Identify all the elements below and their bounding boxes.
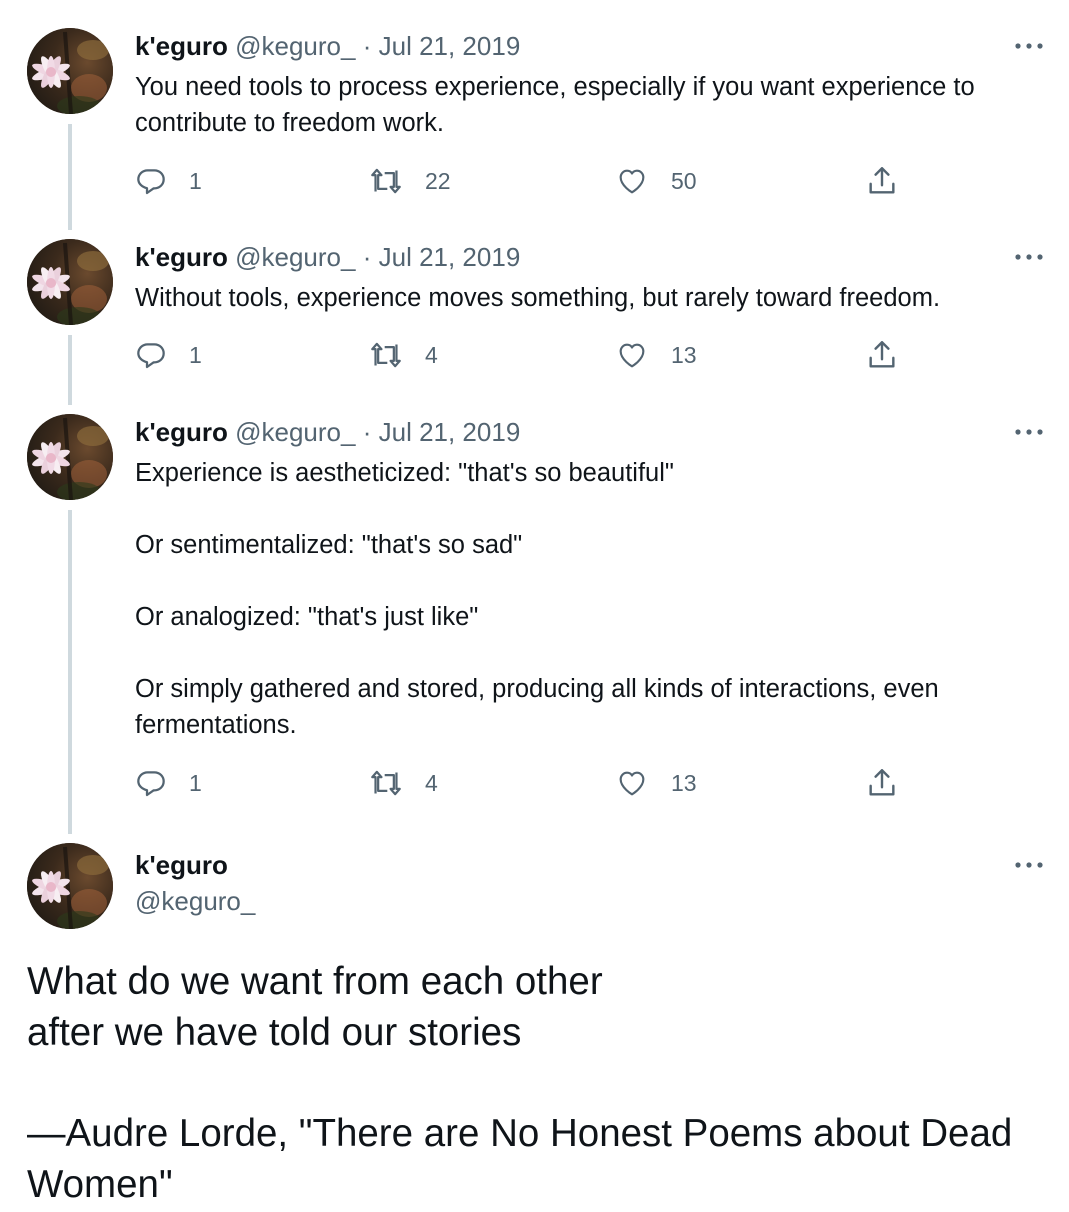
reply-button[interactable]: 1 (135, 765, 202, 801)
avatar[interactable] (27, 239, 113, 325)
share-button[interactable] (865, 765, 899, 801)
more-horizontal-icon (1015, 254, 1043, 260)
tweet-paragraph: Or simply gathered and stored, producing… (135, 675, 939, 739)
more-horizontal-icon (1015, 862, 1043, 868)
heart-icon (619, 771, 645, 796)
like-count: 13 (671, 341, 697, 368)
reply-icon (137, 771, 165, 797)
heart-icon (619, 169, 645, 194)
retweet-button[interactable]: 4 (369, 337, 438, 373)
main-tweet-quote: —Audre Lorde, "There are No Honest Poems… (27, 1108, 1027, 1210)
tweet-date[interactable]: Jul 21, 2019 (379, 417, 521, 447)
tweet-text: You need tools to process experience, es… (135, 69, 1045, 141)
tweet-paragraph: Or sentimentalized: "that's so sad" (135, 531, 523, 559)
reply-count: 1 (189, 167, 202, 194)
more-options-button[interactable] (1013, 855, 1045, 875)
retweet-count: 4 (425, 341, 438, 368)
more-options-button[interactable] (1013, 422, 1045, 442)
tweet-paragraph: Without tools, experience moves somethin… (135, 284, 941, 312)
thread-line (68, 335, 72, 405)
like-button[interactable]: 13 (615, 765, 697, 801)
tweet-paragraph: What do we want from each other after we… (27, 960, 603, 1054)
author-name[interactable]: k'eguro (135, 31, 228, 61)
author-handle[interactable]: @keguro_ (235, 242, 355, 272)
tweet-actions: 1 4 13 (135, 765, 915, 801)
tweet-header: k'eguro @keguro_ · Jul 21, 2019 (135, 28, 520, 64)
tweet-date[interactable]: Jul 21, 2019 (379, 31, 521, 61)
more-horizontal-icon (1015, 43, 1043, 49)
more-options-button[interactable] (1013, 247, 1045, 267)
separator-dot: · (362, 242, 372, 272)
avatar[interactable] (27, 28, 113, 114)
main-tweet-text: What do we want from each other after we… (27, 956, 677, 1058)
author-handle[interactable]: @keguro_ (135, 883, 255, 919)
more-horizontal-icon (1015, 429, 1043, 435)
separator-dot: · (362, 417, 372, 447)
retweet-button[interactable]: 22 (369, 163, 451, 199)
tweet-actions: 1 22 50 (135, 163, 915, 199)
tweet-text: Experience is aestheticized: "that's so … (135, 455, 1045, 743)
author-name[interactable]: k'eguro (135, 242, 228, 272)
author-name[interactable]: k'eguro (135, 847, 228, 883)
avatar-image (27, 843, 113, 929)
retweet-button[interactable]: 4 (369, 765, 438, 801)
share-icon (869, 167, 895, 194)
tweet-header: k'eguro @keguro_ · Jul 21, 2019 (135, 239, 520, 275)
tweet-header: k'eguro @keguro_ · Jul 21, 2019 (135, 414, 520, 450)
like-count: 50 (671, 167, 697, 194)
author-handle[interactable]: @keguro_ (235, 31, 355, 61)
reply-count: 1 (189, 769, 202, 796)
avatar[interactable] (27, 414, 113, 500)
avatar[interactable] (27, 843, 113, 929)
retweet-count: 4 (425, 769, 438, 796)
reply-count: 1 (189, 341, 202, 368)
tweet-paragraph: Or analogized: "that's just like" (135, 603, 479, 631)
avatar-image (27, 414, 113, 500)
avatar-image (27, 28, 113, 114)
reply-button[interactable]: 1 (135, 337, 202, 373)
share-button[interactable] (865, 337, 899, 373)
tweet-date[interactable]: Jul 21, 2019 (379, 242, 521, 272)
more-options-button[interactable] (1013, 36, 1045, 56)
author-name[interactable]: k'eguro (135, 417, 228, 447)
tweet-paragraph: Experience is aestheticized: "that's so … (135, 459, 674, 487)
share-button[interactable] (865, 163, 899, 199)
like-button[interactable]: 50 (615, 163, 697, 199)
retweet-icon (371, 168, 401, 194)
avatar-image (27, 239, 113, 325)
tweet-paragraph: —Audre Lorde, "There are No Honest Poems… (27, 1112, 1013, 1206)
like-count: 13 (671, 769, 697, 796)
share-icon (869, 769, 895, 796)
tweet-text: Without tools, experience moves somethin… (135, 280, 1045, 316)
tweet-actions: 1 4 13 (135, 337, 915, 373)
share-icon (869, 341, 895, 368)
author-handle[interactable]: @keguro_ (235, 417, 355, 447)
retweet-icon (371, 342, 401, 368)
heart-icon (619, 343, 645, 368)
like-button[interactable]: 13 (615, 337, 697, 373)
separator-dot: · (362, 31, 372, 61)
retweet-icon (371, 770, 401, 796)
reply-icon (137, 169, 165, 195)
thread-line (68, 510, 72, 834)
reply-button[interactable]: 1 (135, 163, 202, 199)
retweet-count: 22 (425, 167, 451, 194)
thread-line (68, 124, 72, 230)
tweet-paragraph: You need tools to process experience, es… (135, 73, 975, 137)
reply-icon (137, 343, 165, 369)
